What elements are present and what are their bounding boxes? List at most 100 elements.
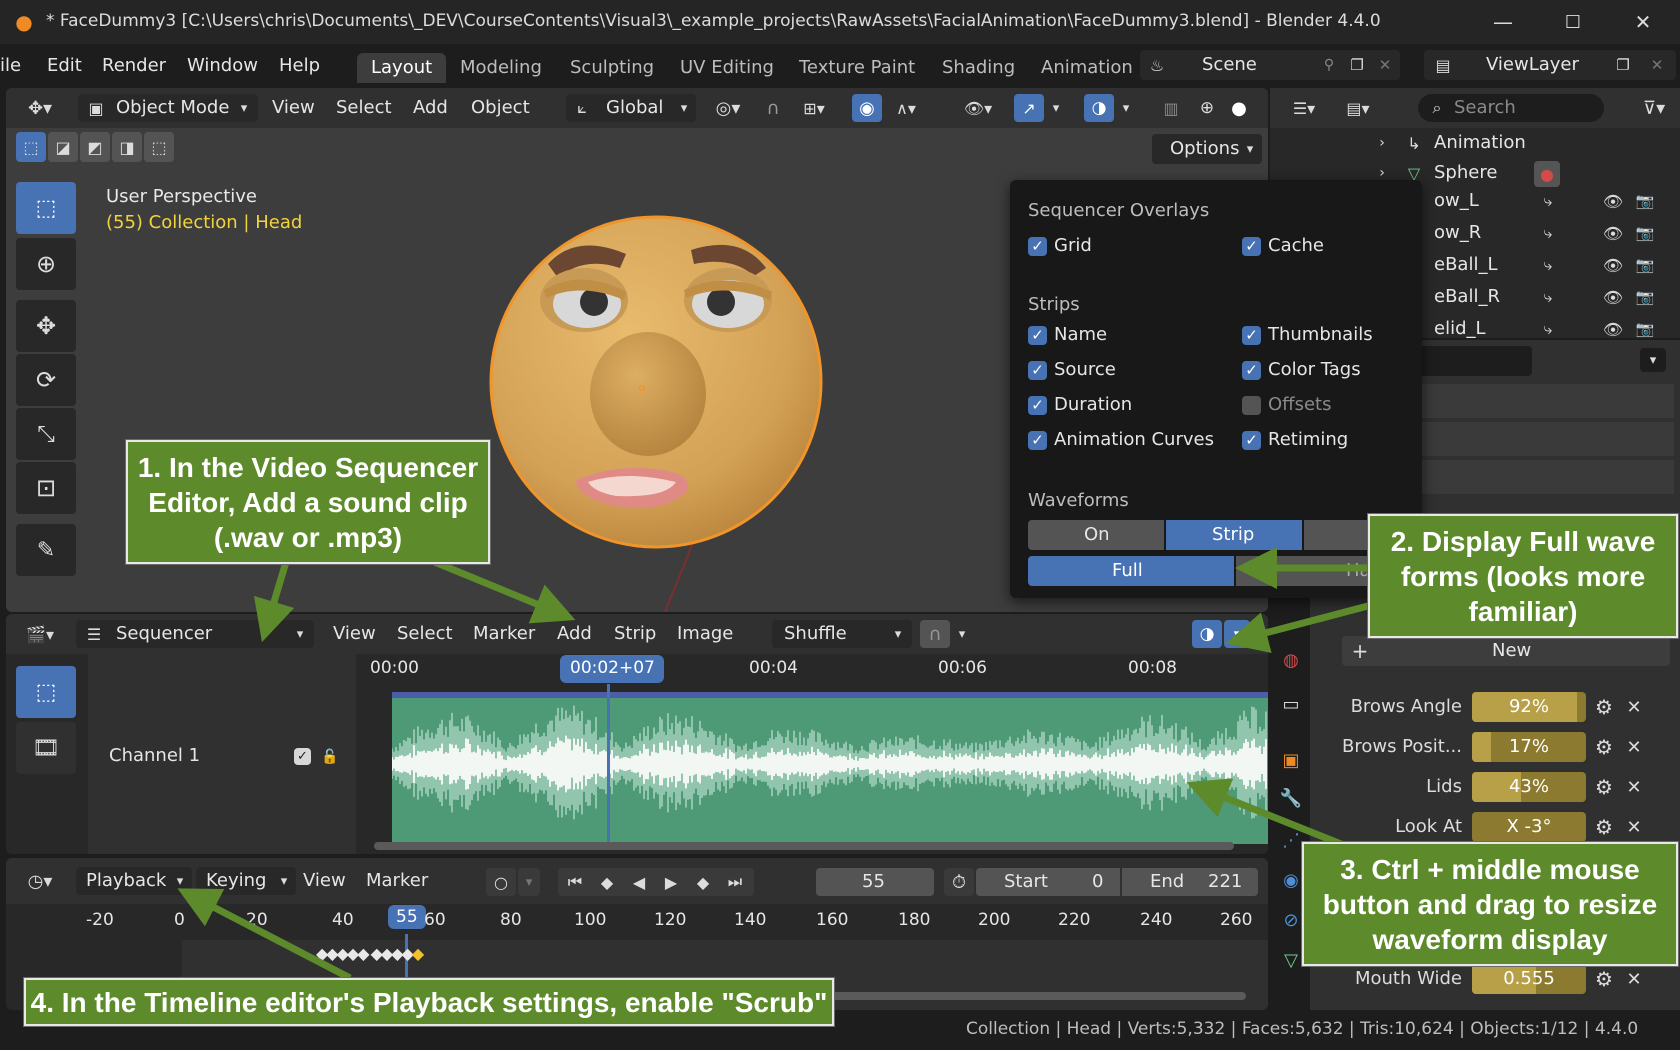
select-extend-icon[interactable]: ◪ <box>48 132 78 162</box>
editor-type-icon[interactable]: ✥▾ <box>18 96 62 120</box>
play-icon[interactable]: ▶ <box>658 870 684 894</box>
modifier-tab-icon[interactable]: 🔧 <box>1276 784 1306 812</box>
eye-icon[interactable]: 👁 <box>1602 285 1624 309</box>
waveform-on-button[interactable]: On <box>1028 520 1164 550</box>
timeline-menu-view[interactable]: View <box>303 870 346 891</box>
playback-menu[interactable]: Playback ▾ <box>76 867 192 895</box>
tab-texture-paint[interactable]: Texture Paint <box>785 53 929 83</box>
gear-icon[interactable]: ⚙ <box>1591 734 1617 760</box>
overlays-icon[interactable]: ◑ <box>1192 620 1222 648</box>
proportional-edit-icon[interactable]: ◉ <box>852 94 882 122</box>
tab-modeling[interactable]: Modeling <box>446 53 556 83</box>
tab-sculpting[interactable]: Sculpting <box>556 53 668 83</box>
outliner-row[interactable]: › ↳ Animation <box>1270 128 1680 158</box>
wireframe-shading-icon[interactable]: ⊕ <box>1192 94 1222 122</box>
mode-selector[interactable]: ▣ Object Mode ▾ <box>78 94 258 122</box>
gear-icon[interactable]: ⚙ <box>1591 694 1617 720</box>
strip-option-checkbox[interactable]: ✓ <box>1028 326 1047 345</box>
camera-icon[interactable]: 📷 <box>1634 285 1656 309</box>
shape-key-row[interactable]: Brows Posit... 17% ⚙ ✕ <box>1327 732 1647 762</box>
horizontal-scrollbar[interactable] <box>374 842 1234 850</box>
play-reverse-icon[interactable]: ◀ <box>626 870 652 894</box>
timeline-menu-marker[interactable]: Marker <box>366 870 428 891</box>
chevron-right-icon[interactable]: › <box>1372 131 1392 155</box>
playhead-time-badge[interactable]: 00:02+07 <box>560 655 664 683</box>
timeline-editor-type-icon[interactable]: ◷▾ <box>18 868 62 894</box>
timeline-scrollbar[interactable] <box>816 992 1246 1000</box>
frame-ruler[interactable]: -20 0 20 40 55 60 80 100 120 140 160 180 200 220 240 26… <box>6 904 1268 936</box>
pivot-icon[interactable]: ◎▾ <box>706 96 750 120</box>
viewport-menu-view[interactable]: View <box>272 97 315 118</box>
new-scene-icon[interactable]: ❐ <box>1346 54 1368 76</box>
select-subtract-icon[interactable]: ◩ <box>80 132 110 162</box>
menu-window[interactable]: Window <box>187 55 258 76</box>
remove-view-layer-icon[interactable]: ✕ <box>1646 54 1668 76</box>
rotate-tool-icon[interactable]: ⟳ <box>16 354 76 406</box>
strip-option-checkbox[interactable]: ✓ <box>1242 326 1261 345</box>
waveform-full-button[interactable]: Full <box>1028 556 1234 586</box>
chevron-down-icon[interactable]: ▾ <box>1046 96 1066 120</box>
tab-uv-editing[interactable]: UV Editing <box>666 53 788 83</box>
outliner-search-input[interactable]: ⌕ Search <box>1418 94 1604 122</box>
close-icon[interactable]: ✕ <box>1621 966 1647 992</box>
close-icon[interactable]: ✕ <box>1621 694 1647 720</box>
current-frame-field[interactable]: 55 <box>816 868 934 896</box>
select-invert-icon[interactable]: ◨ <box>112 132 142 162</box>
sequencer-menu-image[interactable]: Image <box>677 623 733 644</box>
shape-key-slider[interactable]: 92% <box>1472 692 1586 722</box>
eye-icon[interactable]: 👁 <box>1602 253 1624 277</box>
gear-icon[interactable]: ⚙ <box>1591 966 1617 992</box>
chevron-down-icon[interactable]: ▾ <box>1640 348 1666 372</box>
shuffle-selector[interactable]: Shuffle ▾ <box>772 620 912 648</box>
sequencer-editor[interactable]: 🎬▾ ☰ Sequencer ▾ View Select Marker Add … <box>6 614 1268 854</box>
tab-animation[interactable]: Animation <box>1027 53 1147 83</box>
sequencer-menu-select[interactable]: Select <box>397 623 453 644</box>
viewport-menu-add[interactable]: Add <box>413 97 448 118</box>
viewport-menu-object[interactable]: Object <box>471 97 530 118</box>
end-frame-field[interactable]: End 221 <box>1122 868 1258 896</box>
collection-tab-icon[interactable]: ▭ <box>1276 690 1306 718</box>
strip-option-checkbox[interactable]: ✓ <box>1242 361 1261 380</box>
select-tool-icon[interactable]: ⬚ <box>16 666 76 718</box>
eye-icon[interactable]: 👁 <box>1602 189 1624 213</box>
grid-checkbox[interactable]: ✓ <box>1028 237 1047 256</box>
waveform-strip-button[interactable]: Strip <box>1166 520 1302 550</box>
filter-icon[interactable]: ⊽▾ <box>1632 96 1676 120</box>
time-ruler[interactable]: 00:00 00:02+07 00:04 00:06 00:08 <box>356 654 1268 684</box>
shape-key-slider[interactable]: 43% <box>1472 772 1586 802</box>
shape-key-slider[interactable]: 0.555 <box>1472 964 1586 994</box>
move-tool-icon[interactable]: ✥ <box>16 300 76 352</box>
close-icon[interactable]: ✕ <box>1628 8 1658 36</box>
snap-icon[interactable]: ∩ <box>758 96 788 120</box>
prev-keyframe-icon[interactable]: ◆ <box>594 870 620 894</box>
scale-tool-icon[interactable]: ⤡ <box>16 408 76 460</box>
scene-selector[interactable]: ♨ Scene ⚲ ❐ ✕ <box>1140 50 1400 80</box>
object-tab-icon[interactable]: ▣ <box>1276 746 1306 774</box>
strip-option-checkbox[interactable]: ✓ <box>1028 431 1047 450</box>
sequencer-menu-marker[interactable]: Marker <box>473 623 535 644</box>
sound-strip[interactable] <box>392 692 1268 844</box>
view-layer-selector[interactable]: ▤ ViewLayer ❐ ✕ <box>1424 50 1676 80</box>
world-tab-icon[interactable]: ◍ <box>1276 646 1306 674</box>
record-icon[interactable]: ○ <box>486 868 516 896</box>
chevron-down-icon[interactable]: ▾ <box>1116 96 1136 120</box>
cache-checkbox[interactable]: ✓ <box>1242 237 1261 256</box>
orientation-selector[interactable]: ⟀ Global ▾ <box>566 94 696 122</box>
outliner-editor-type-icon[interactable]: ☰▾ <box>1282 96 1326 120</box>
close-icon[interactable]: ✕ <box>1621 774 1647 800</box>
strip-option-checkbox[interactable]: ✓ <box>1242 396 1261 415</box>
close-icon[interactable]: ✕ <box>1621 734 1647 760</box>
cursor-tool-icon[interactable]: ⊕ <box>16 238 76 290</box>
chevron-down-icon[interactable]: ▾ <box>1224 620 1250 648</box>
sequencer-editor-type-icon[interactable]: 🎬▾ <box>18 622 62 646</box>
menu-file[interactable]: ile <box>0 55 21 76</box>
pin-icon[interactable]: ⚲ <box>1318 54 1340 76</box>
select-new-icon[interactable]: ⬚ <box>16 132 46 162</box>
next-keyframe-icon[interactable]: ◆ <box>690 870 716 894</box>
eye-icon[interactable]: 👁 <box>1602 221 1624 245</box>
new-button[interactable]: + New <box>1342 636 1670 666</box>
gear-icon[interactable]: ⚙ <box>1591 814 1617 840</box>
new-view-layer-icon[interactable]: ❐ <box>1612 54 1634 76</box>
camera-icon[interactable]: 📷 <box>1634 221 1656 245</box>
remove-scene-icon[interactable]: ✕ <box>1374 54 1396 76</box>
